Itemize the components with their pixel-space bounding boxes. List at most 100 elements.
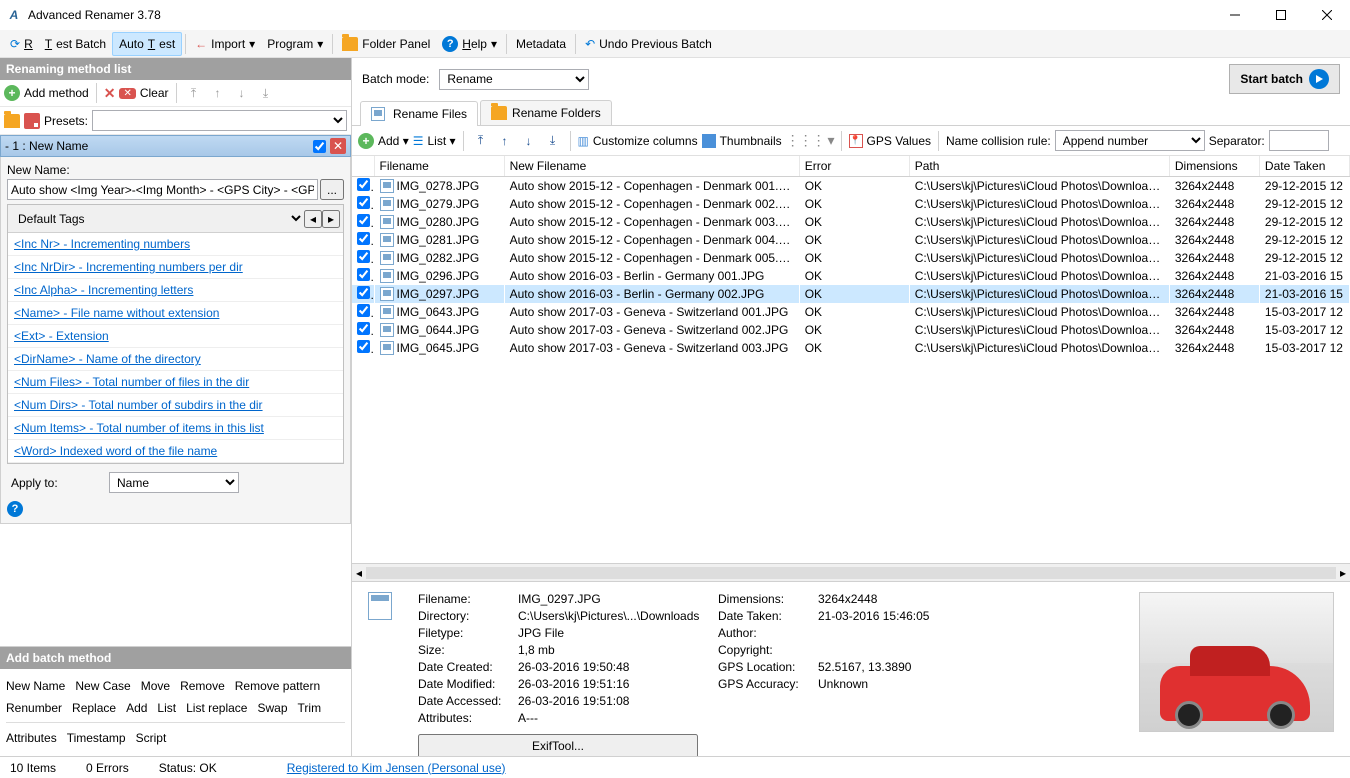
tag-link-3[interactable]: <Name> - File name without extension [8,302,343,325]
col-path[interactable]: Path [909,156,1169,177]
file-grid[interactable]: Filename New Filename Error Path Dimensi… [352,156,1350,357]
view-options-icon[interactable]: ⋮⋮⋮ ▾ [786,132,834,149]
batch-method-new-case[interactable]: New Case [75,679,130,693]
tag-link-9[interactable]: <Word> Indexed word of the file name [8,440,343,463]
tag-link-5[interactable]: <DirName> - Name of the directory [8,348,343,371]
batch-method-add[interactable]: Add [126,701,147,715]
table-row[interactable]: IMG_0281.JPG Auto show 2015-12 - Copenha… [352,231,1350,249]
auto-test-button[interactable]: Auto Test [112,32,182,56]
row-checkbox[interactable] [357,304,370,317]
table-row[interactable]: IMG_0296.JPG Auto show 2016-03 - Berlin … [352,267,1350,285]
batch-method-list-replace[interactable]: List replace [186,701,247,715]
minimize-button[interactable] [1212,0,1258,30]
batch-method-timestamp[interactable]: Timestamp [67,731,126,745]
tag-link-0[interactable]: <Inc Nr> - Incrementing numbers [8,233,343,256]
row-checkbox[interactable] [357,232,370,245]
batch-method-trim[interactable]: Trim [298,701,322,715]
batch-mode-select[interactable]: Rename [439,69,589,90]
start-batch-button[interactable]: Start batch [1229,64,1340,94]
tag-prev-button[interactable]: ◂ [304,210,322,228]
move-down-button[interactable]: ↓ [232,83,252,103]
col-filename[interactable]: Filename [374,156,504,177]
row-checkbox[interactable] [357,250,370,263]
table-row[interactable]: IMG_0282.JPG Auto show 2015-12 - Copenha… [352,249,1350,267]
metadata-button[interactable]: Metadata [510,32,572,56]
presets-select[interactable] [92,110,347,131]
tag-link-2[interactable]: <Inc Alpha> - Incrementing letters [8,279,343,302]
tag-link-6[interactable]: <Num Files> - Total number of files in t… [8,371,343,394]
batch-method-remove-pattern[interactable]: Remove pattern [235,679,320,693]
close-button[interactable] [1304,0,1350,30]
customize-columns-button[interactable]: Customize columns [593,134,698,148]
col-error[interactable]: Error [799,156,909,177]
registration-link[interactable]: Registered to Kim Jensen (Personal use) [287,761,506,775]
row-checkbox[interactable] [357,196,370,209]
add-files-button[interactable]: Add ▾ [378,134,409,148]
add-method-button[interactable]: Add method [24,86,89,100]
col-date-taken[interactable]: Date Taken [1259,156,1349,177]
gps-values-button[interactable]: GPS Values [867,134,931,148]
batch-method-remove[interactable]: Remove [180,679,225,693]
table-row[interactable]: IMG_0280.JPG Auto show 2015-12 - Copenha… [352,213,1350,231]
batch-method-script[interactable]: Script [136,731,167,745]
table-row[interactable]: IMG_0279.JPG Auto show 2015-12 - Copenha… [352,195,1350,213]
refresh-button[interactable]: ⟳R [4,32,39,56]
import-button[interactable]: ←Import▾ [189,32,261,56]
row-checkbox[interactable] [357,178,370,191]
table-row[interactable]: IMG_0644.JPG Auto show 2017-03 - Geneva … [352,321,1350,339]
method-enabled-checkbox[interactable] [313,140,326,153]
batch-method-move[interactable]: Move [141,679,170,693]
row-checkbox[interactable] [357,214,370,227]
row-checkbox[interactable] [357,322,370,335]
collision-select[interactable]: Append number [1055,130,1205,151]
file-move-up-button[interactable]: ↑ [495,131,515,151]
method-help-icon[interactable]: ? [7,501,23,517]
clear-button[interactable]: Clear [140,86,169,100]
file-move-top-button[interactable]: ⤒ [471,131,491,151]
maximize-button[interactable] [1258,0,1304,30]
tag-link-1[interactable]: <Inc NrDir> - Incrementing numbers per d… [8,256,343,279]
batch-method-list[interactable]: List [157,701,176,715]
table-row[interactable]: IMG_0645.JPG Auto show 2017-03 - Geneva … [352,339,1350,357]
tag-link-8[interactable]: <Num Items> - Total number of items in t… [8,417,343,440]
move-top-button[interactable]: ⤒ [184,83,204,103]
row-checkbox[interactable] [357,340,370,353]
table-row[interactable]: IMG_0278.JPG Auto show 2015-12 - Copenha… [352,177,1350,196]
col-new-filename[interactable]: New Filename [504,156,799,177]
batch-method-swap[interactable]: Swap [257,701,287,715]
tab-rename-files[interactable]: Rename Files [360,101,478,126]
tag-category-select[interactable]: Default Tags [11,208,304,229]
tag-link-4[interactable]: <Ext> - Extension [8,325,343,348]
move-up-button[interactable]: ↑ [208,83,228,103]
thumbnails-button[interactable]: Thumbnails [720,134,782,148]
tab-rename-folders[interactable]: Rename Folders [480,100,612,125]
method-close-button[interactable]: ✕ [330,138,346,154]
help-button[interactable]: ?Help▾ [436,32,503,56]
file-move-bottom-button[interactable]: ⤓ [543,131,563,151]
col-dimensions[interactable]: Dimensions [1169,156,1259,177]
open-preset-icon[interactable] [4,114,20,128]
batch-method-attributes[interactable]: Attributes [6,731,57,745]
delete-icon[interactable]: ✕ [104,85,116,102]
separator-input[interactable] [1269,130,1329,151]
tag-link-7[interactable]: <Num Dirs> - Total number of subdirs in … [8,394,343,417]
new-name-more-button[interactable]: ... [320,179,344,200]
program-button[interactable]: Program▾ [261,32,329,56]
list-button[interactable]: List ▾ [427,134,455,148]
undo-button[interactable]: ↶Undo Previous Batch [579,32,718,56]
batch-method-renumber[interactable]: Renumber [6,701,62,715]
save-preset-icon[interactable] [24,113,40,129]
method-item-header[interactable]: - 1 : New Name ✕ [0,135,351,157]
batch-method-replace[interactable]: Replace [72,701,116,715]
horizontal-scrollbar[interactable]: ◂▸ [352,563,1350,581]
table-row[interactable]: IMG_0643.JPG Auto show 2017-03 - Geneva … [352,303,1350,321]
folder-panel-button[interactable]: Folder Panel [336,32,436,56]
batch-method-new-name[interactable]: New Name [6,679,65,693]
move-bottom-button[interactable]: ⤓ [256,83,276,103]
exiftool-button[interactable]: ExifTool... [418,734,698,756]
test-batch-button[interactable]: Test Batch [39,32,112,56]
new-name-input[interactable] [7,179,318,200]
tag-next-button[interactable]: ▸ [322,210,340,228]
file-move-down-button[interactable]: ↓ [519,131,539,151]
row-checkbox[interactable] [357,268,370,281]
